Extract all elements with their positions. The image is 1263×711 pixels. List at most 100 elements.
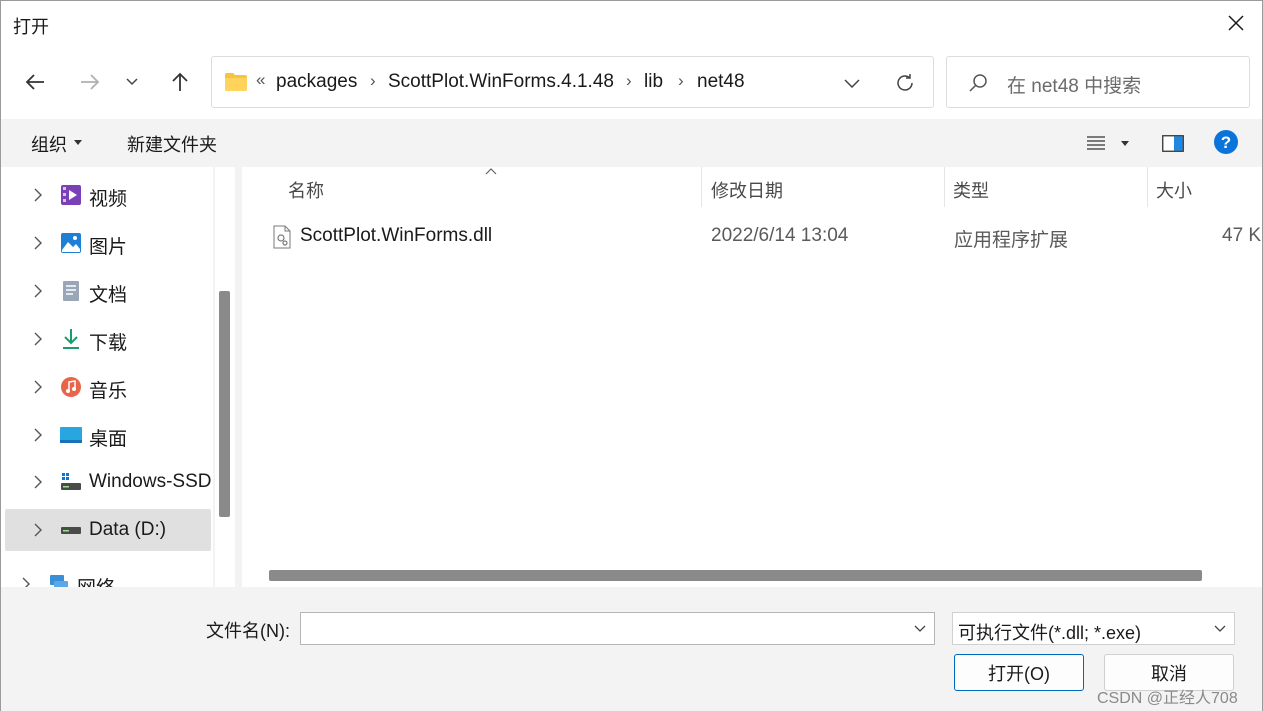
chevron-right-icon[interactable]	[31, 283, 45, 299]
chevron-down-icon	[844, 78, 860, 88]
back-button[interactable]	[18, 65, 52, 99]
command-bar: 组织 新建文件夹 ?	[1, 119, 1262, 167]
nav-item-label: Data (D:)	[89, 519, 167, 540]
desktop-icon	[60, 427, 82, 443]
column-header-modified[interactable]: 修改日期	[711, 177, 783, 203]
up-button[interactable]	[163, 65, 197, 99]
organize-label: 组织	[31, 135, 67, 155]
folder-icon	[225, 73, 247, 91]
refresh-button[interactable]	[892, 70, 918, 96]
breadcrumb-overflow[interactable]: «	[256, 70, 265, 90]
title-bar: 打开	[1, 1, 1262, 45]
breadcrumb-packages[interactable]: packages	[276, 71, 357, 93]
dll-file-icon	[273, 225, 291, 249]
list-view-icon	[1087, 136, 1105, 150]
music-icon	[61, 377, 81, 397]
nav-item-label: 视频	[89, 189, 128, 210]
preview-pane-icon	[1162, 134, 1184, 152]
pictures-icon	[61, 233, 81, 253]
file-type-filter-value: 可执行文件(*.dll; *.exe)	[958, 623, 1142, 643]
download-icon	[63, 329, 79, 349]
chevron-right-icon[interactable]	[31, 187, 45, 203]
organize-menu-button[interactable]: 组织	[31, 119, 91, 167]
file-row[interactable]: ScottPlot.WinForms.dll 2022/6/14 13:04 应…	[262, 219, 1262, 255]
chevron-right-icon[interactable]	[31, 427, 45, 443]
column-divider[interactable]	[944, 167, 945, 207]
arrow-right-icon	[81, 74, 100, 90]
chevron-right-icon[interactable]	[31, 379, 45, 395]
close-icon	[1228, 15, 1244, 31]
new-folder-button[interactable]: 新建文件夹	[127, 131, 217, 157]
documents-icon	[63, 281, 79, 301]
forward-button[interactable]	[73, 65, 107, 99]
column-divider[interactable]	[1147, 167, 1148, 207]
file-list-horizontal-scrollbar[interactable]	[269, 570, 1202, 581]
search-box[interactable]: 在 net48 中搜索	[946, 56, 1250, 108]
open-file-dialog: 打开 « packages › ScottPlot.WinForms.4.1.4…	[0, 0, 1263, 711]
address-history-button[interactable]	[840, 73, 864, 93]
nav-item-pictures[interactable]: 图片	[5, 222, 211, 264]
file-type: 应用程序扩展	[954, 230, 1069, 251]
column-header-type[interactable]: 类型	[953, 177, 989, 203]
file-modified: 2022/6/14 13:04	[711, 225, 849, 246]
svg-text:?: ?	[1221, 133, 1231, 152]
breadcrumb-lib[interactable]: lib	[644, 71, 663, 93]
chevron-down-icon	[1214, 625, 1226, 632]
nav-item-desktop[interactable]: 桌面	[5, 414, 211, 456]
watermark-text: CSDN @正经人708	[1097, 690, 1238, 707]
filename-label: 文件名(N):	[206, 621, 290, 641]
breadcrumb-separator: ›	[678, 71, 684, 90]
file-list: 名称 修改日期 类型 大小 ScottPlot.WinForms.dll 202…	[242, 167, 1262, 587]
file-size: 47 KB	[1222, 225, 1262, 246]
dialog-footer: 文件名(N): 可执行文件(*.dll; *.exe) 打开(O) 取消 CSD…	[1, 587, 1262, 711]
nav-item-data-drive[interactable]: Data (D:)	[5, 509, 211, 551]
recent-locations-button[interactable]	[117, 65, 147, 99]
preview-pane-button[interactable]	[1157, 129, 1189, 157]
chevron-right-icon[interactable]	[19, 576, 33, 587]
column-header-size[interactable]: 大小	[1156, 177, 1192, 203]
nav-item-label: 音乐	[89, 381, 128, 402]
video-icon	[61, 185, 81, 205]
help-icon: ?	[1214, 130, 1238, 154]
help-button[interactable]: ?	[1213, 129, 1241, 157]
dialog-title: 打开	[13, 17, 49, 37]
arrow-up-icon	[172, 72, 188, 91]
nav-item-documents[interactable]: 文档	[5, 270, 211, 312]
navigation-pane: 视频 图片 文档 下载 音乐 桌面 Windows-SSD Data (D:)	[1, 167, 213, 587]
chevron-down-icon[interactable]	[914, 625, 926, 632]
drive-icon	[61, 473, 81, 490]
nav-item-label: 下载	[89, 333, 128, 354]
nav-item-label: 图片	[89, 237, 128, 258]
nav-item-label: 网络	[77, 573, 115, 587]
caret-down-icon	[1121, 141, 1129, 146]
nav-item-network[interactable]: 网络	[5, 563, 211, 587]
column-divider[interactable]	[701, 167, 702, 207]
file-type-filter[interactable]: 可执行文件(*.dll; *.exe)	[952, 612, 1235, 645]
network-icon	[50, 575, 68, 587]
open-button[interactable]: 打开(O)	[954, 654, 1084, 691]
chevron-right-icon[interactable]	[31, 235, 45, 251]
chevron-right-icon[interactable]	[31, 474, 45, 490]
breadcrumb-scottplot[interactable]: ScottPlot.WinForms.4.1.48	[388, 71, 614, 93]
nav-item-music[interactable]: 音乐	[5, 366, 211, 408]
column-header-name[interactable]: 名称	[288, 177, 324, 203]
chevron-right-icon[interactable]	[31, 331, 45, 347]
breadcrumb-separator: ›	[370, 71, 376, 90]
drive-icon	[61, 527, 81, 534]
address-bar[interactable]: « packages › ScottPlot.WinForms.4.1.48 ›…	[211, 56, 934, 108]
breadcrumb-net48[interactable]: net48	[697, 71, 745, 93]
view-options-button[interactable]	[1083, 129, 1133, 157]
chevron-right-icon[interactable]	[31, 522, 45, 538]
search-input[interactable]: 在 net48 中搜索	[1007, 71, 1141, 98]
refresh-icon	[897, 74, 913, 91]
nav-item-downloads[interactable]: 下载	[5, 318, 211, 360]
caret-down-icon	[74, 140, 82, 145]
arrow-left-icon	[25, 74, 44, 90]
nav-item-label: Windows-SSD	[89, 471, 212, 492]
filename-input[interactable]	[300, 612, 935, 645]
nav-item-windows-ssd[interactable]: Windows-SSD	[5, 461, 211, 503]
close-button[interactable]	[1210, 1, 1262, 45]
nav-scrollbar-thumb[interactable]	[219, 291, 230, 517]
nav-item-videos[interactable]: 视频	[5, 174, 211, 216]
nav-item-label: 文档	[89, 285, 128, 306]
